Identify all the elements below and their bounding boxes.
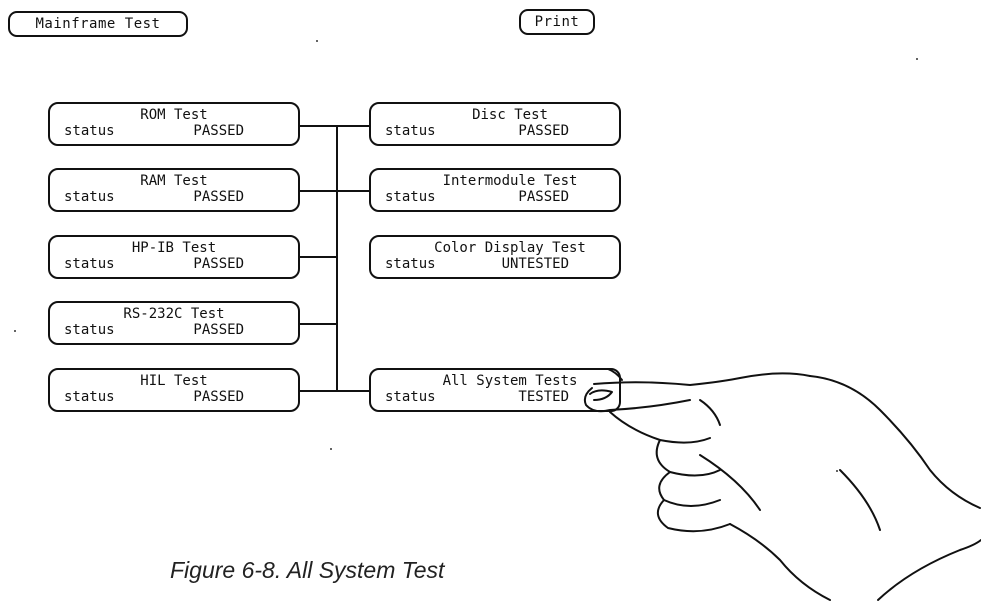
figure-caption: Figure 6-8. All System Test bbox=[170, 557, 445, 583]
pointing-hand-icon bbox=[583, 368, 981, 601]
